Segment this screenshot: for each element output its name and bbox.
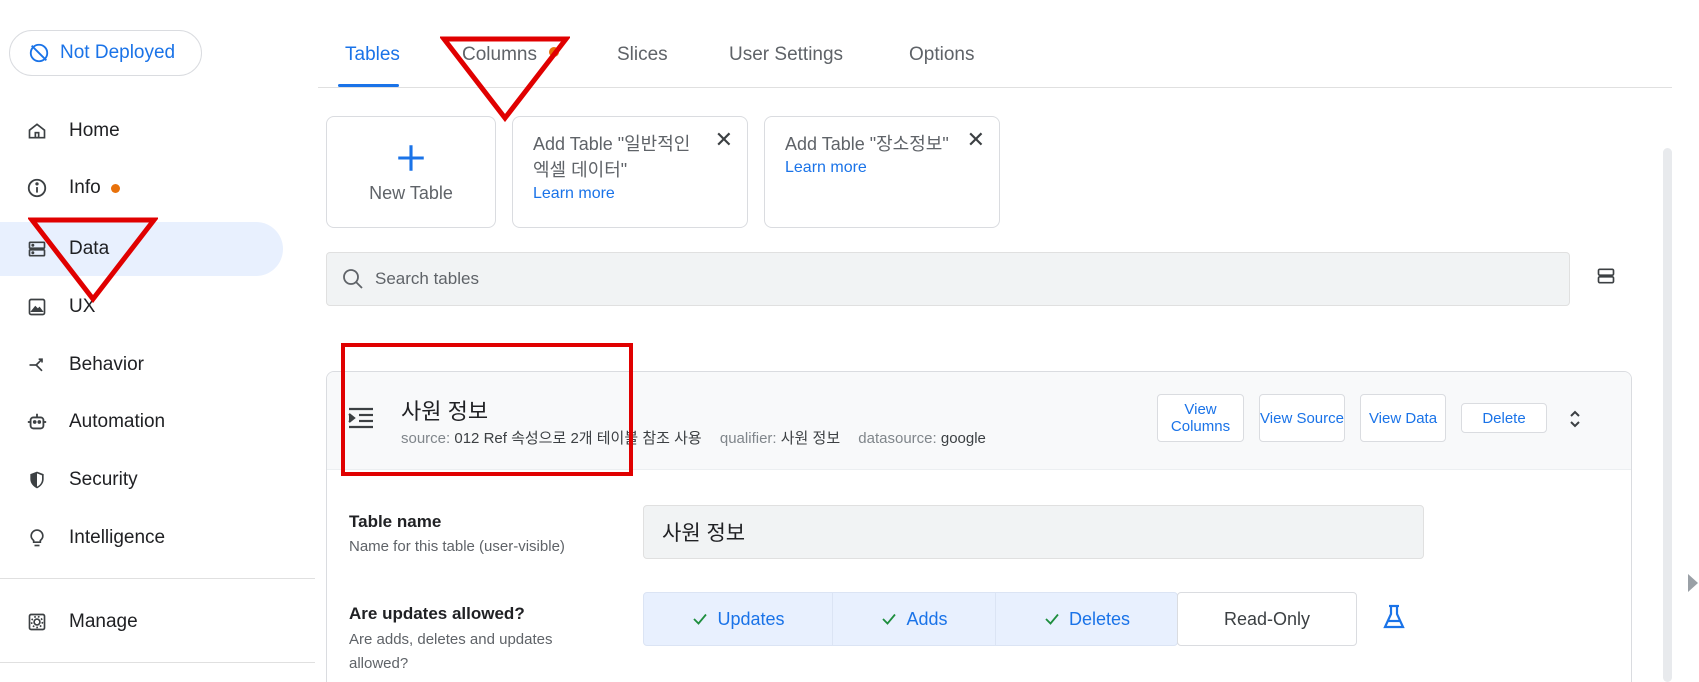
learn-more-link[interactable]: Learn more	[785, 159, 979, 177]
suggestion-title: Add Table "일반적인 엑셀 데이터"	[533, 134, 691, 180]
sidebar-item-security[interactable]: Security	[0, 453, 283, 507]
sidebar-item-home[interactable]: Home	[0, 104, 283, 158]
sidebar-divider	[0, 662, 315, 663]
adds-toggle[interactable]: Adds	[832, 592, 996, 646]
columns-notification-dot	[549, 47, 559, 57]
add-table-suggestion-card[interactable]: Add Table "일반적인 엑셀 데이터" Learn more ✕	[512, 116, 748, 228]
table-name-input[interactable]: 사원 정보	[643, 505, 1424, 559]
learn-more-link[interactable]: Learn more	[533, 185, 727, 203]
updates-toggle[interactable]: Updates	[643, 592, 833, 646]
suggestion-title: Add Table "장소정보"	[785, 134, 949, 154]
sidebar-item-automation[interactable]: Automation	[0, 395, 283, 449]
view-data-button[interactable]: View Data	[1360, 394, 1446, 442]
sidebar-item-label: Security	[69, 469, 138, 490]
source-label: source:	[401, 430, 451, 447]
new-table-label: New Table	[369, 182, 453, 203]
check-icon	[1045, 613, 1059, 625]
deletes-option-label: Deletes	[1068, 608, 1131, 629]
expand-right-arrow-icon[interactable]	[1688, 574, 1698, 592]
info-icon	[25, 176, 49, 200]
plus-icon	[398, 144, 424, 171]
read-only-toggle[interactable]: Read-Only	[1177, 592, 1357, 646]
updates-allowed-label: Are updates allowed?	[349, 604, 525, 623]
table-metadata: source: 012 Ref 속성으로 2개 테이블 참조 사용 qualif…	[401, 427, 986, 448]
check-icon	[882, 613, 897, 625]
new-table-card[interactable]: New Table	[326, 116, 496, 228]
sidebar-item-label: Behavior	[69, 354, 144, 375]
table-name-label: Table name	[349, 512, 442, 531]
source-value: 012 Ref 속성으로 2개 테이블 참조 사용	[454, 430, 702, 447]
tab-slices[interactable]: Slices	[617, 44, 668, 66]
sidebar-item-intelligence[interactable]: Intelligence	[0, 511, 283, 565]
gear-box-icon	[25, 610, 49, 634]
sidebar-item-label: Data	[69, 238, 110, 259]
branch-icon	[25, 353, 49, 377]
view-columns-button[interactable]: View Columns	[1157, 394, 1244, 442]
adds-option-label: Adds	[906, 608, 948, 629]
sidebar-item-label: Intelligence	[69, 527, 166, 548]
qualifier-label: qualifier:	[719, 430, 777, 447]
search-input[interactable]	[375, 269, 975, 289]
sidebar-item-manage[interactable]: Manage	[0, 595, 283, 649]
data-icon	[25, 237, 49, 261]
deploy-status-button[interactable]: Not Deployed	[9, 30, 202, 76]
sidebar-item-behavior[interactable]: Behavior	[0, 338, 283, 392]
robot-icon	[25, 410, 49, 434]
search-bar[interactable]	[326, 252, 1570, 306]
shield-icon	[25, 468, 49, 492]
deletes-toggle[interactable]: Deletes	[995, 592, 1178, 646]
sidebar-item-label: UX	[69, 296, 96, 317]
notification-dot	[110, 183, 120, 193]
datasource-value: google	[940, 430, 986, 447]
tab-user-settings[interactable]: User Settings	[729, 44, 843, 66]
tab-bar-divider	[318, 87, 1672, 88]
add-table-suggestion-card[interactable]: Add Table "장소정보" Learn more ✕	[764, 116, 1000, 228]
view-source-button[interactable]: View Source	[1259, 394, 1345, 442]
image-icon	[25, 295, 49, 319]
updates-option-label: Updates	[717, 608, 785, 629]
sidebar-item-label: Home	[69, 120, 120, 141]
deploy-status-label: Not Deployed	[60, 42, 176, 63]
sidebar-item-ux[interactable]: UX	[0, 280, 283, 334]
close-icon[interactable]: ✕	[715, 127, 733, 153]
updates-allowed-help: Are adds, deletes and updates allowed?	[349, 631, 553, 672]
tab-tables[interactable]: Tables	[345, 44, 400, 66]
vertical-scrollbar[interactable]	[1663, 148, 1672, 682]
close-icon[interactable]: ✕	[967, 127, 985, 153]
sidebar-item-label: Info	[69, 177, 101, 198]
sidebar-item-label: Automation	[69, 411, 166, 432]
search-icon	[343, 269, 363, 289]
lightbulb-icon	[25, 526, 49, 550]
sidebar-item-data[interactable]: Data	[0, 222, 283, 276]
table-indent-icon	[347, 406, 375, 435]
table-panel-header[interactable]: 사원 정보 source: 012 Ref 속성으로 2개 테이블 참조 사용 …	[327, 372, 1631, 470]
home-icon	[25, 119, 49, 143]
sidebar-item-label: Manage	[69, 611, 138, 632]
flask-icon[interactable]	[1382, 604, 1406, 635]
not-deployed-icon	[29, 43, 49, 63]
list-view-icon[interactable]	[1596, 266, 1616, 291]
sidebar-divider	[0, 578, 315, 579]
sidebar-item-info[interactable]: Info	[0, 161, 283, 215]
tab-options[interactable]: Options	[909, 44, 974, 66]
table-name-help: Name for this table (user-visible)	[349, 538, 565, 555]
expand-collapse-icon[interactable]	[1567, 408, 1583, 435]
check-icon	[693, 613, 708, 625]
qualifier-value: 사원 정보	[780, 430, 841, 447]
table-title: 사원 정보	[401, 399, 489, 424]
delete-button[interactable]: Delete	[1461, 403, 1547, 433]
datasource-label: datasource:	[858, 430, 937, 447]
tab-columns[interactable]: Columns	[462, 44, 537, 66]
table-panel: 사원 정보 source: 012 Ref 속성으로 2개 테이블 참조 사용 …	[326, 371, 1632, 682]
